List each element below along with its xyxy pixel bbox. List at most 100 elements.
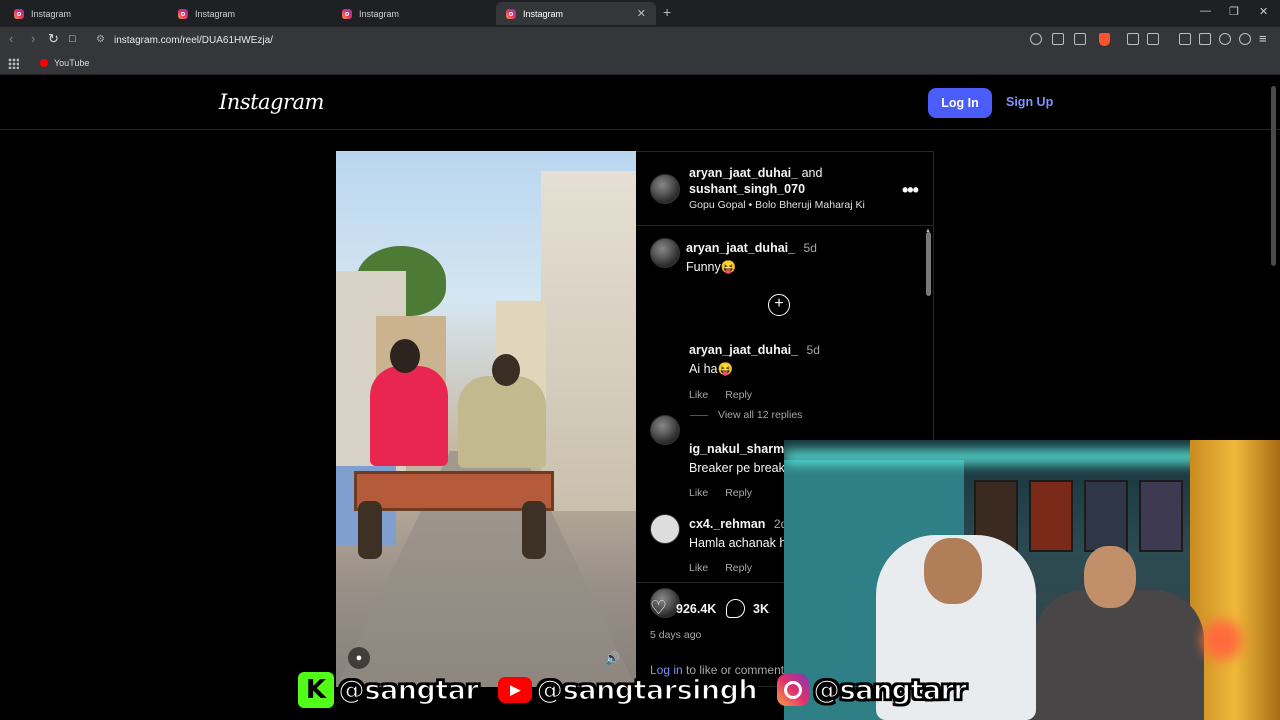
audio-icon[interactable]: 🔊 <box>605 651 620 665</box>
load-more-comments-icon[interactable]: + <box>768 294 790 316</box>
tab-title: Instagram <box>523 8 564 19</box>
browser-tab-bar: Instagram Instagram Instagram Instagram … <box>0 0 1280 27</box>
youtube-favicon-icon <box>40 59 48 67</box>
browser-toolbar: ‹ › ↻ □ ⚙ instagram.com/reel/DUA61HWEzja… <box>0 27 1280 53</box>
comment-item: aryan_jaat_duhai_ 5d Ai ha😝 Like Reply <box>689 341 979 401</box>
reel-video[interactable]: ● 🔊 <box>336 151 636 687</box>
menu-icon[interactable]: ≡ <box>1259 31 1267 46</box>
extensions-icon[interactable] <box>1127 33 1139 45</box>
video-building <box>541 171 636 511</box>
leo-ai-icon[interactable] <box>1219 33 1231 45</box>
apps-grid-icon[interactable] <box>8 58 19 69</box>
back-arrow-icon[interactable]: ‹ <box>9 31 13 46</box>
instagram-handle: @sangtarr <box>812 674 967 707</box>
tab-title: Instagram <box>195 8 236 19</box>
video-rider-head <box>390 339 420 373</box>
webcam-host-face <box>1084 546 1136 608</box>
page-scrollbar[interactable] <box>1271 86 1276 266</box>
avatar[interactable] <box>650 514 680 544</box>
reply-button[interactable]: Reply <box>725 562 752 574</box>
site-settings-icon[interactable]: ⚙ <box>96 34 105 45</box>
close-window-icon[interactable]: ✕ <box>1259 5 1268 18</box>
avatar[interactable] <box>650 415 680 445</box>
video-rider <box>370 366 448 466</box>
owner-username[interactable]: sushant_singh_070 <box>689 182 805 196</box>
reply-button[interactable]: Reply <box>725 389 752 401</box>
view-replies-label: View all 12 replies <box>718 409 803 421</box>
restore-window-icon[interactable]: ❐ <box>1229 5 1239 18</box>
minimize-window-icon[interactable]: — <box>1200 5 1211 17</box>
tagged-user-icon[interactable]: ● <box>348 647 370 669</box>
comment-text: Funny😝 <box>686 260 737 274</box>
reply-button[interactable]: Reply <box>725 487 752 499</box>
bookmark-youtube[interactable]: YouTube <box>40 58 89 68</box>
comment-text: Ai ha😝 <box>689 362 734 376</box>
share-icon[interactable] <box>1074 33 1086 45</box>
bookmark-label: YouTube <box>54 58 90 68</box>
webcam-led-light <box>784 450 1214 464</box>
like-count: 926.4K <box>676 602 717 616</box>
owner-username[interactable]: aryan_jaat_duhai_ <box>689 166 798 180</box>
webcam-poster <box>1084 480 1128 552</box>
reload-icon[interactable]: ↻ <box>48 31 59 47</box>
avatar[interactable] <box>650 238 680 268</box>
tab-search-icon[interactable] <box>1199 33 1211 45</box>
more-options-icon[interactable]: ••• <box>902 180 919 201</box>
sidebar-icon[interactable] <box>1179 33 1191 45</box>
webcam-host-face <box>924 538 982 604</box>
comment-username[interactable]: aryan_jaat_duhai_ <box>686 241 795 255</box>
close-tab-icon[interactable]: ✕ <box>637 7 646 20</box>
audio-track[interactable]: Gopu Gopal • Bolo Bheruji Maharaj Ki <box>689 199 865 211</box>
video-rider-head <box>492 354 520 386</box>
youtube-handle: @sangtarsingh <box>536 674 759 707</box>
instagram-favicon-icon <box>342 8 352 19</box>
kick-handle: @sangtar <box>337 674 479 707</box>
browser-tab[interactable]: Instagram <box>4 2 164 25</box>
social-handles-overlay: K @sangtar ▶ @sangtarsingh @sangtarr <box>298 670 998 710</box>
youtube-logo-icon: ▶ <box>498 677 533 703</box>
signup-link[interactable]: Sign Up <box>1006 95 1053 109</box>
tab-title: Instagram <box>31 8 72 19</box>
comment-username[interactable]: cx4._rehman <box>689 517 765 531</box>
replies-divider <box>690 414 708 416</box>
view-replies-link[interactable]: View all 12 replies <box>690 409 802 421</box>
comment-username[interactable]: aryan_jaat_duhai_ <box>689 343 798 357</box>
instagram-favicon-icon <box>178 8 188 19</box>
instagram-favicon-icon <box>506 8 516 19</box>
wallet-icon[interactable] <box>1147 33 1159 45</box>
comment-icon[interactable] <box>726 599 745 618</box>
like-comment-button[interactable]: Like <box>689 562 708 574</box>
instagram-logo[interactable]: Instagram <box>219 90 324 114</box>
bookmarks-bar: YouTube <box>0 53 1280 75</box>
cast-icon[interactable] <box>1052 33 1064 45</box>
brave-shield-icon[interactable] <box>1099 33 1110 46</box>
url-text: instagram.com/reel/DUA61HWEzja/ <box>114 34 273 46</box>
comment-time: 5d <box>803 241 817 255</box>
webcam-lamp <box>1202 620 1242 660</box>
heart-icon[interactable]: ♡ <box>650 597 667 620</box>
vpn-icon[interactable] <box>1239 33 1251 45</box>
video-rider <box>458 376 546 468</box>
post-owners: aryan_jaat_duhai_ and sushant_singh_070 <box>689 165 822 197</box>
caption: aryan_jaat_duhai_ 5d Funny😝 <box>686 239 976 275</box>
webcam-host <box>1034 590 1204 720</box>
new-tab-button[interactable]: + <box>663 4 671 20</box>
comment-username[interactable]: ig_nakul_sharma <box>689 442 791 456</box>
tab-title: Instagram <box>359 8 400 19</box>
bookmark-icon[interactable]: □ <box>69 33 76 45</box>
avatar[interactable] <box>650 174 680 204</box>
forward-arrow-icon[interactable]: › <box>31 31 35 46</box>
post-header: aryan_jaat_duhai_ and sushant_singh_070 … <box>636 152 934 226</box>
address-bar[interactable]: ⚙ instagram.com/reel/DUA61HWEzja/ <box>96 30 1121 50</box>
browser-tab[interactable]: Instagram <box>332 2 492 25</box>
login-button[interactable]: Log In <box>928 88 992 118</box>
webcam-poster <box>1029 480 1073 552</box>
instagram-header: Instagram Log In Sign Up <box>0 76 1280 130</box>
like-comment-button[interactable]: Like <box>689 389 708 401</box>
like-comment-button[interactable]: Like <box>689 487 708 499</box>
zoom-icon[interactable] <box>1030 33 1042 45</box>
comment-time: 5d <box>806 343 820 357</box>
browser-tab-active[interactable]: Instagram ✕ <box>496 2 656 25</box>
comment-count: 3K <box>753 602 769 616</box>
browser-tab[interactable]: Instagram <box>168 2 328 25</box>
